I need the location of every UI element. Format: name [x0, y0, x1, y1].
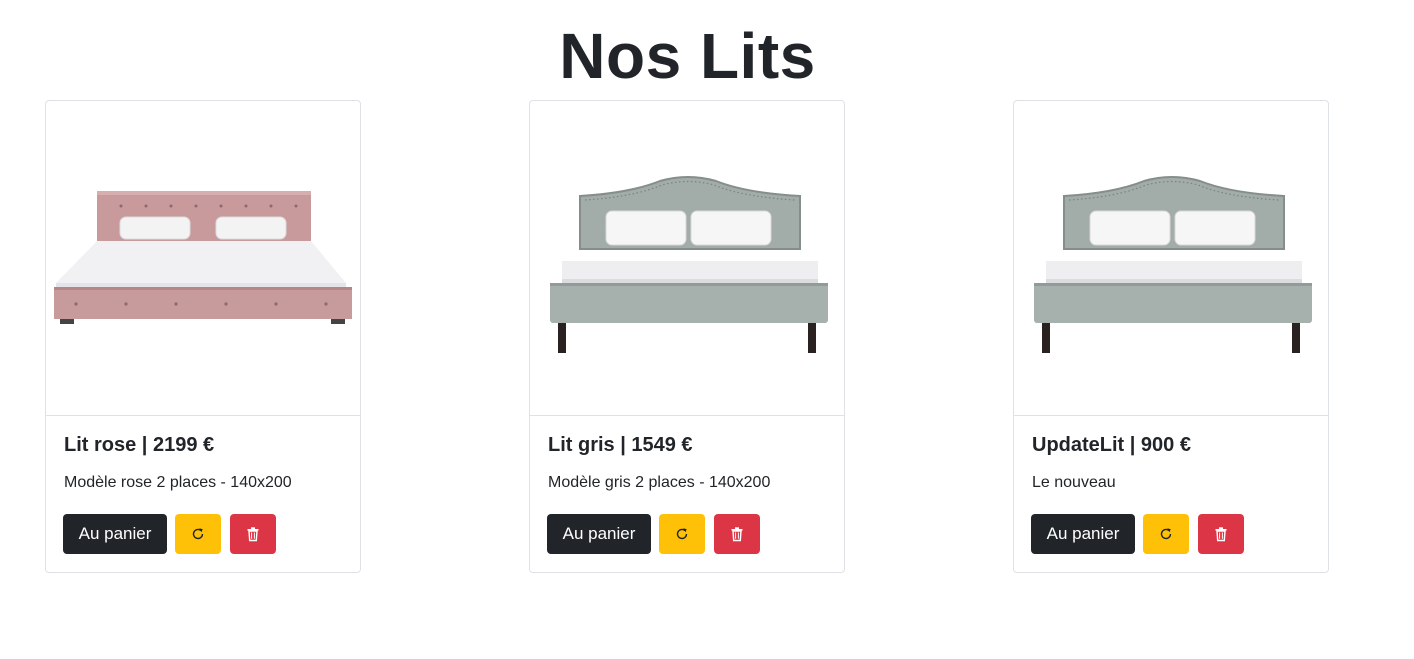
update-button[interactable]: [1143, 514, 1189, 554]
product-title: Lit rose | 2199 €: [64, 434, 215, 456]
add-to-cart-button[interactable]: Au panier: [63, 514, 167, 554]
delete-button[interactable]: [714, 514, 760, 554]
delete-button[interactable]: [1198, 514, 1244, 554]
update-button[interactable]: [659, 514, 705, 554]
product-card: Lit rose | 2199 € Modèle rose 2 places -…: [45, 100, 361, 573]
page-title: Nos Lits: [559, 20, 816, 92]
product-description: Le nouveau: [1032, 474, 1116, 491]
update-button[interactable]: [175, 514, 221, 554]
add-to-cart-button[interactable]: Au panier: [547, 514, 651, 554]
refresh-icon: [674, 526, 690, 542]
product-card: Lit gris | 1549 € Modèle gris 2 places -…: [529, 100, 845, 573]
product-description: Modèle gris 2 places - 140x200: [548, 474, 771, 491]
product-card: UpdateLit | 900 € Le nouveau Au panier: [1013, 100, 1329, 573]
trash-icon: [1213, 526, 1229, 542]
refresh-icon: [190, 526, 206, 542]
add-to-cart-button[interactable]: Au panier: [1031, 514, 1135, 554]
product-description: Modèle rose 2 places - 140x200: [64, 474, 292, 491]
trash-icon: [729, 526, 745, 542]
product-image: [530, 101, 844, 416]
product-title: UpdateLit | 900 €: [1032, 434, 1191, 456]
delete-button[interactable]: [230, 514, 276, 554]
trash-icon: [245, 526, 261, 542]
refresh-icon: [1158, 526, 1174, 542]
product-image: [1014, 101, 1328, 416]
product-title: Lit gris | 1549 €: [548, 434, 693, 456]
product-image: [46, 101, 360, 416]
